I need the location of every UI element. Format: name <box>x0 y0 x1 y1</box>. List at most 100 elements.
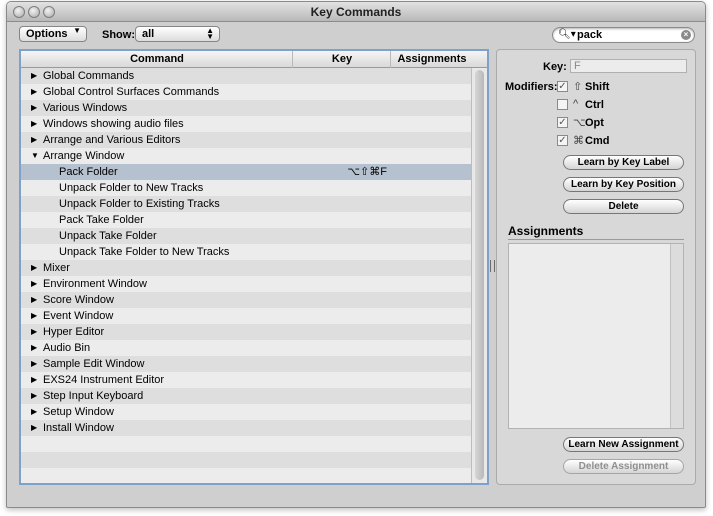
command-label: Unpack Folder to Existing Tracks <box>59 198 220 210</box>
search-input[interactable]: pack <box>577 29 602 41</box>
delete-button[interactable]: Delete <box>563 199 684 214</box>
table-row[interactable]: ▶ Step Input Keyboard <box>21 388 473 404</box>
command-label: Event Window <box>43 310 114 322</box>
key-field[interactable]: F <box>570 59 687 73</box>
table-row[interactable]: ▶ Environment Window <box>21 276 473 292</box>
title-bar[interactable]: Key Commands <box>7 2 705 22</box>
table-row[interactable]: ▶ EXS24 Instrument Editor <box>21 372 473 388</box>
table-body: ▶ Global Commands ▶ Global Control Surfaces… <box>21 68 473 483</box>
table-row[interactable]: ▶ Audio Bin <box>21 340 473 356</box>
column-header-key[interactable]: Key <box>293 53 391 65</box>
command-label: Score Window <box>43 294 114 306</box>
command-label: Arrange and Various Editors <box>43 134 181 146</box>
command-label: Pack Folder <box>59 166 118 178</box>
scrollbar-thumb[interactable] <box>475 70 484 480</box>
shift-checkbox[interactable]: ✓ <box>557 81 568 92</box>
learn-new-assignment-button[interactable]: Learn New Assignment <box>563 437 684 452</box>
table-row[interactable]: ▶ Event Window <box>21 308 473 324</box>
split-view-handle[interactable] <box>490 260 495 272</box>
opt-label: Opt <box>585 117 604 129</box>
command-label: Global Commands <box>43 70 135 82</box>
modifiers-label: Modifiers: <box>505 81 558 93</box>
column-header-assignments[interactable]: Assignments <box>391 53 473 65</box>
empty-row <box>21 436 473 452</box>
opt-checkbox[interactable]: ✓ <box>557 117 568 128</box>
show-filter-select[interactable]: all ▲ ▼ <box>135 26 220 42</box>
disclosure-collapsed-icon[interactable]: ▶ <box>31 276 37 292</box>
options-popup[interactable]: Options ▼ <box>19 26 87 42</box>
disclosure-collapsed-icon[interactable]: ▶ <box>31 420 37 436</box>
command-label: Hyper Editor <box>43 326 105 338</box>
table-row[interactable]: ▶ Install Window <box>21 420 473 436</box>
table-row[interactable]: ▶ Various Windows <box>21 100 473 116</box>
learn-by-key-position-button[interactable]: Learn by Key Position <box>563 177 684 192</box>
disclosure-collapsed-icon[interactable]: ▶ <box>31 260 37 276</box>
command-label: Global Control Surfaces Commands <box>43 86 220 98</box>
option-icon: ⌥ <box>573 117 586 129</box>
command-label: EXS24 Instrument Editor <box>43 374 165 386</box>
disclosure-collapsed-icon[interactable]: ▶ <box>31 308 37 324</box>
table-row[interactable]: ▶ Score Window <box>21 292 473 308</box>
key-commands-window: Key Commands Options ▼ Show: all ▲ ▼ 🔍︎▾ … <box>6 1 706 508</box>
disclosure-collapsed-icon[interactable]: ▶ <box>31 324 37 340</box>
table-row[interactable]: ▶ Global Control Surfaces Commands <box>21 84 473 100</box>
updown-arrows-icon: ▲ ▼ <box>206 26 214 41</box>
table-row[interactable]: Unpack Folder to New Tracks <box>21 180 473 196</box>
column-header-command[interactable]: Command <box>21 53 293 65</box>
command-label: Windows showing audio files <box>43 118 184 130</box>
disclosure-collapsed-icon[interactable]: ▶ <box>31 100 37 116</box>
table-row[interactable]: ▶ Global Commands <box>21 68 473 84</box>
table-header: Command Key Assignments <box>21 51 487 68</box>
command-label: Unpack Take Folder <box>59 230 157 242</box>
assignments-scrollbar[interactable] <box>670 244 683 428</box>
ctrl-checkbox[interactable] <box>557 99 568 110</box>
assignments-heading: Assignments <box>508 224 584 238</box>
disclosure-collapsed-icon[interactable]: ▶ <box>31 340 37 356</box>
command-label: Setup Window <box>43 406 114 418</box>
shift-icon: ⇧ <box>573 81 583 93</box>
show-filter-value: all <box>142 28 155 40</box>
command-label: Arrange Window <box>43 150 125 162</box>
search-icon[interactable]: 🔍︎▾ <box>558 29 576 40</box>
ctrl-label: Ctrl <box>585 99 604 111</box>
command-label: Unpack Folder to New Tracks <box>59 182 204 194</box>
disclosure-collapsed-icon[interactable]: ▶ <box>31 132 37 148</box>
search-field[interactable]: 🔍︎▾ pack × <box>552 27 695 43</box>
table-row[interactable]: Unpack Take Folder <box>21 228 473 244</box>
empty-row <box>21 468 473 483</box>
vertical-scrollbar[interactable] <box>471 68 487 483</box>
key-assignment-panel: Key: F Modifiers: ✓ ⇧ Shift ^ Ctrl ✓ ⌥ O… <box>496 49 696 485</box>
cmd-label: Cmd <box>585 135 610 147</box>
command-label: Audio Bin <box>43 342 91 354</box>
table-row[interactable]: Unpack Folder to Existing Tracks <box>21 196 473 212</box>
table-row[interactable]: ▼ Arrange Window <box>21 148 473 164</box>
disclosure-collapsed-icon[interactable]: ▶ <box>31 84 37 100</box>
disclosure-collapsed-icon[interactable]: ▶ <box>31 356 37 372</box>
disclosure-collapsed-icon[interactable]: ▶ <box>31 292 37 308</box>
disclosure-collapsed-icon[interactable]: ▶ <box>31 388 37 404</box>
assignments-list[interactable] <box>508 243 684 429</box>
commands-table[interactable]: Command Key Assignments ▶ Global Commands… <box>19 49 489 485</box>
table-row[interactable]: Pack Take Folder <box>21 212 473 228</box>
clear-search-icon[interactable]: × <box>681 30 691 40</box>
table-row[interactable]: ▶ Setup Window <box>21 404 473 420</box>
table-row[interactable]: Pack Folder ⌥⇧⌘F <box>21 164 473 180</box>
table-row[interactable]: ▶ Arrange and Various Editors <box>21 132 473 148</box>
table-row[interactable]: Unpack Take Folder to New Tracks <box>21 244 473 260</box>
key-label: Key: <box>543 61 567 73</box>
disclosure-collapsed-icon[interactable]: ▶ <box>31 68 37 84</box>
table-row[interactable]: ▶ Sample Edit Window <box>21 356 473 372</box>
learn-by-key-label-button[interactable]: Learn by Key Label <box>563 155 684 170</box>
disclosure-collapsed-icon[interactable]: ▶ <box>31 116 37 132</box>
window-title: Key Commands <box>310 5 402 19</box>
disclosure-collapsed-icon[interactable]: ▶ <box>31 404 37 420</box>
delete-assignment-button[interactable]: Delete Assignment <box>563 459 684 474</box>
disclosure-expanded-icon[interactable]: ▼ <box>31 148 39 164</box>
table-row[interactable]: ▶ Hyper Editor <box>21 324 473 340</box>
table-row[interactable]: ▶ Mixer <box>21 260 473 276</box>
show-label: Show: <box>102 29 135 41</box>
disclosure-collapsed-icon[interactable]: ▶ <box>31 372 37 388</box>
cmd-checkbox[interactable]: ✓ <box>557 135 568 146</box>
key-shortcut: ⌥⇧⌘F <box>347 166 387 178</box>
table-row[interactable]: ▶ Windows showing audio files <box>21 116 473 132</box>
